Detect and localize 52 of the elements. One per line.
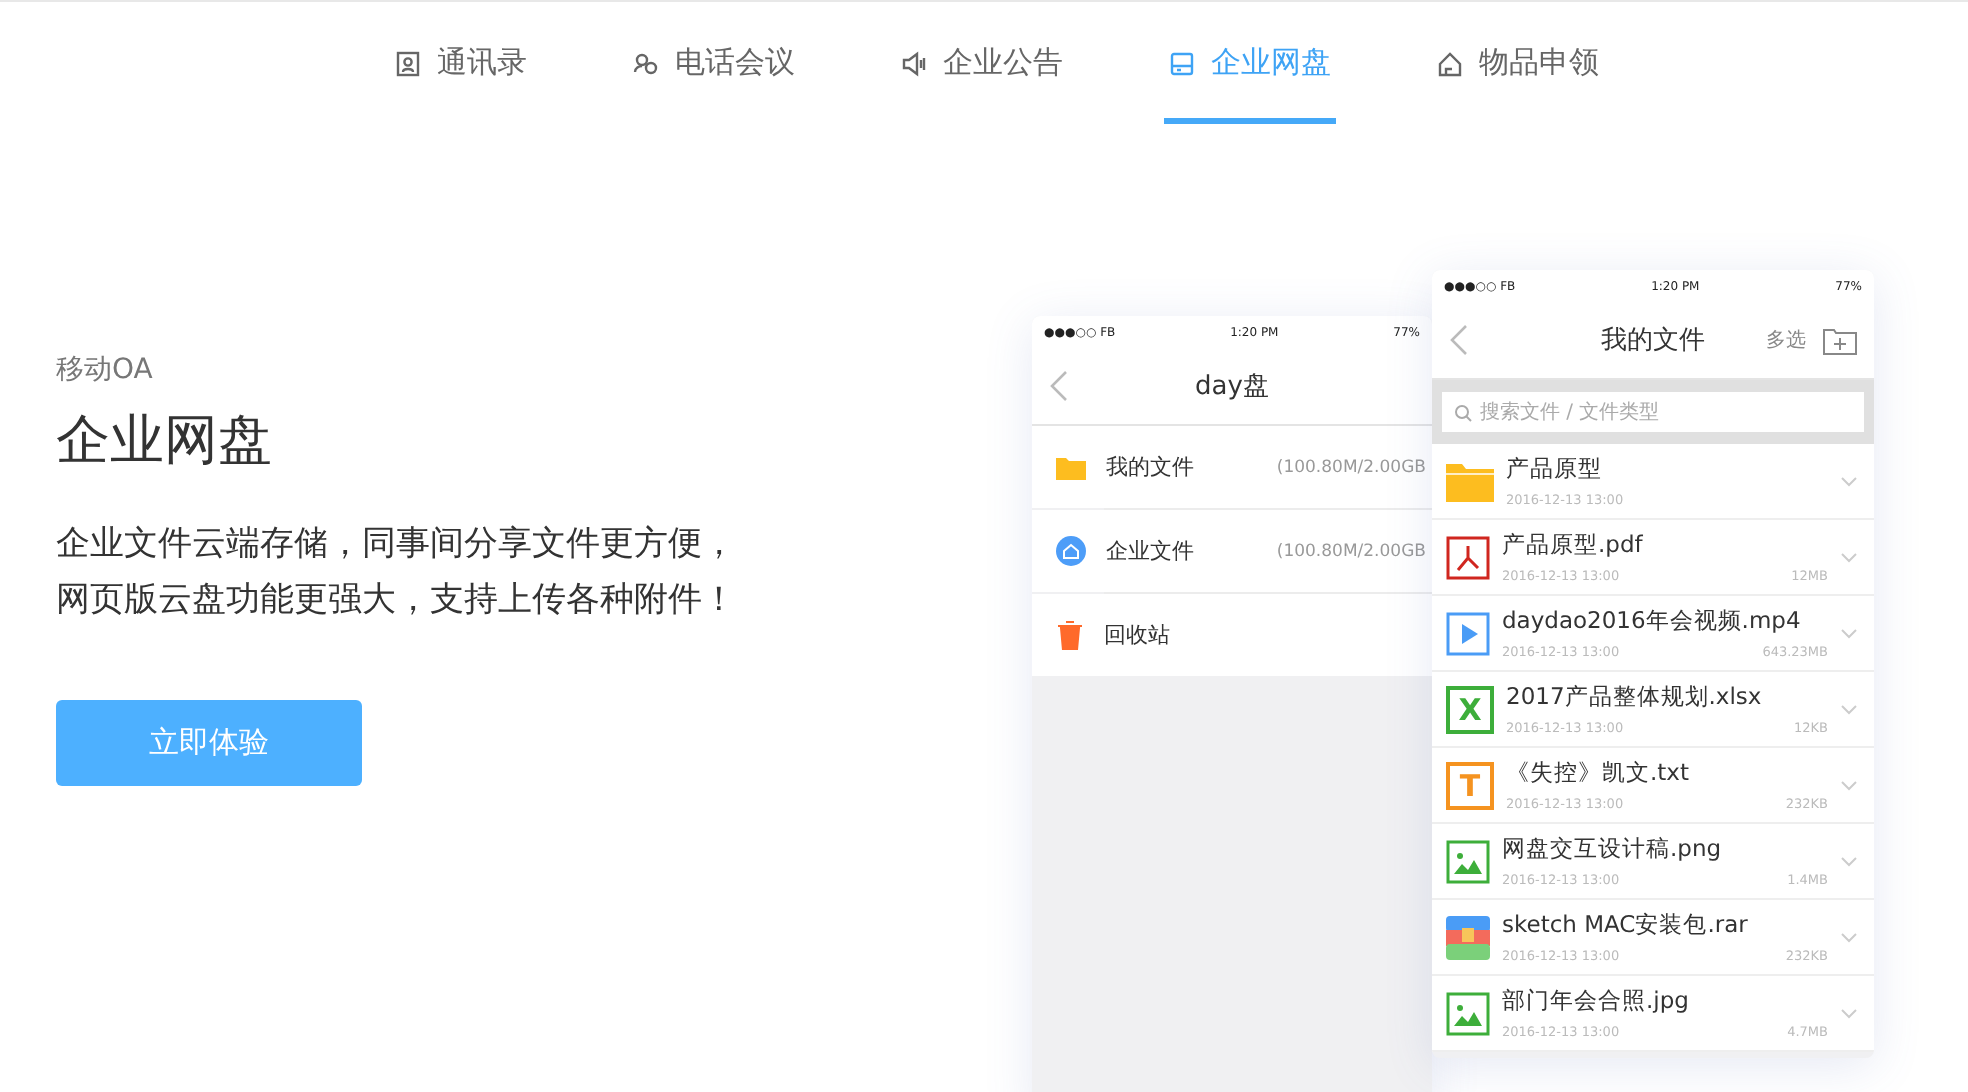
chevron-down-icon[interactable] [1840,779,1858,791]
multi-select-button[interactable]: 多选 [1766,326,1806,354]
description-text: 企业文件云端存储，同事间分享文件更方便， [56,522,738,568]
trash-icon [1056,620,1084,650]
chevron-down-icon[interactable] [1840,931,1858,943]
nav-tab[interactable]: 通讯录 [389,2,531,124]
nav-tab[interactable]: 电话会议 [627,2,799,124]
drive-list-item[interactable]: 我的文件 (100.80M/2.00GB [1032,426,1432,508]
drive-list-item[interactable]: 回收站 [1032,594,1432,676]
chevron-down-icon[interactable] [1840,855,1858,867]
contacts-icon [393,49,421,77]
usage-text: (100.80M/2.00GB [1276,541,1428,561]
spreadsheet-icon: X [1446,685,1494,733]
nav-tab[interactable]: 物品申领 [1431,2,1603,124]
file-name: sketch MAC安装包.rar [1502,910,1750,940]
chevron-down-icon[interactable] [1840,475,1858,487]
file-name: 2017产品整体规划.xlsx [1506,682,1764,712]
home-icon [1435,49,1463,77]
text-file-icon: T [1446,761,1494,809]
file-name: 《失控》凯文.txt [1506,758,1691,788]
back-icon[interactable] [1048,368,1072,404]
file-name: 网盘交互设计稿.png [1502,834,1724,864]
chevron-down-icon[interactable] [1840,551,1858,563]
image-icon [1446,991,1490,1035]
file-name: 部门年会合照.jpg [1502,986,1691,1016]
nav-tab[interactable]: 企业公告 [895,2,1067,124]
file-name: daydao2016年会视频.mp4 [1502,606,1803,636]
search-icon [1454,403,1472,421]
drive-icon [1167,49,1195,77]
folder-icon [1446,461,1494,501]
speaker-icon [899,49,927,77]
back-icon[interactable] [1448,322,1472,358]
play-icon [1446,611,1490,655]
pdf-icon [1446,535,1490,579]
chevron-down-icon[interactable] [1840,703,1858,715]
people-icon [631,49,659,77]
home-icon [1056,536,1086,566]
folder-icon [1056,455,1086,479]
screen-title: 我的文件 [1601,324,1705,358]
usage-text: (100.80M/2.00GB [1276,457,1428,477]
file-name: 产品原型.pdf [1502,530,1645,560]
chevron-down-icon[interactable] [1840,1007,1858,1019]
page-title: 企业网盘 [56,408,274,476]
archive-icon [1446,915,1490,959]
file-name: 产品原型 [1506,454,1604,484]
description-text: 网页版云盘功能更强大，支持上传各种附件！ [56,578,738,624]
image-icon [1446,839,1490,883]
add-folder-icon[interactable] [1822,324,1858,356]
drive-list-item[interactable]: 企业文件 (100.80M/2.00GB [1032,510,1432,592]
chevron-down-icon[interactable] [1840,627,1858,639]
eyebrow-text: 移动OA [56,352,155,388]
screen-title: day盘 [1195,370,1269,404]
